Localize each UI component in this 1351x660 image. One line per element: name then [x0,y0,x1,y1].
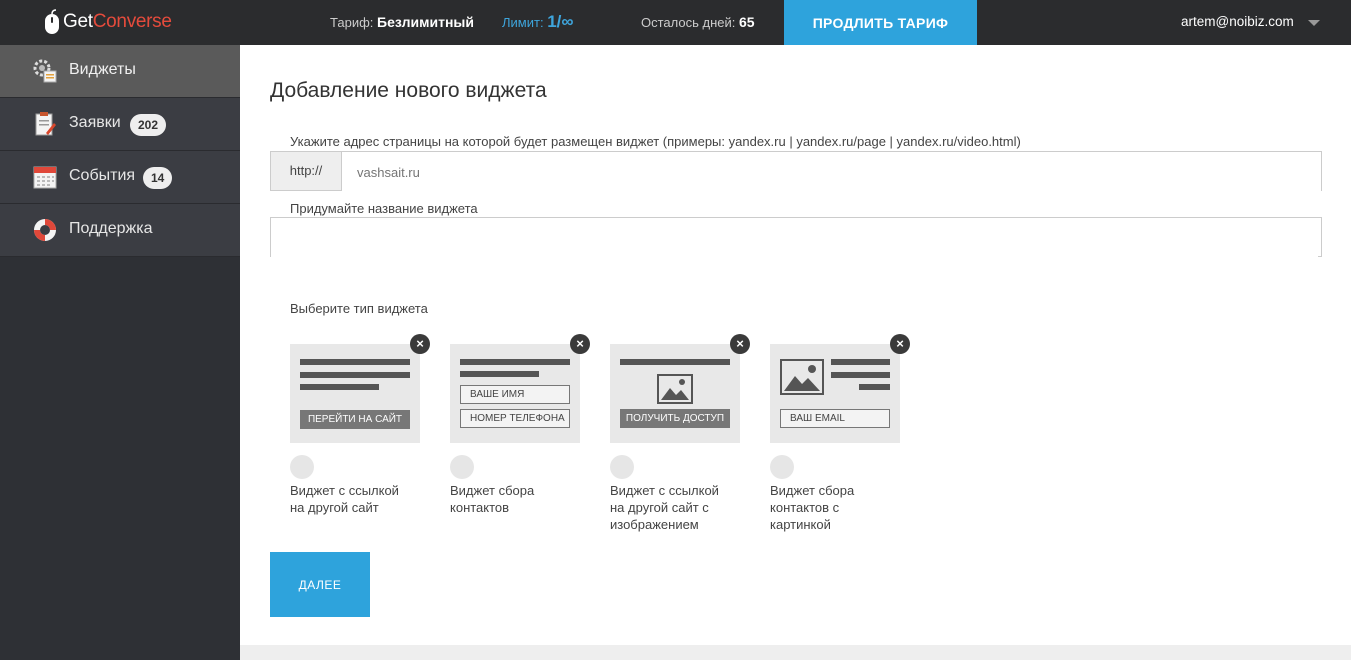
plan-info: Тариф: Безлимитный [330,14,474,30]
sidebar-item-label: События [69,167,136,184]
widget-type-card-contacts-image[interactable]: ВАШ EMAIL [770,344,900,443]
text-line-placeholder [831,359,890,365]
close-icon[interactable]: × [410,334,430,354]
text-line-placeholder [831,372,890,378]
widgets-gear-icon [33,59,57,83]
sidebar-item-events[interactable]: События 14 [0,151,240,204]
name-input-wrap [270,217,1322,258]
days-label: Осталось дней: [641,15,736,30]
user-email[interactable]: artem@noibiz.com [1181,14,1294,29]
label-line: Виджет с ссылкой [290,483,399,498]
main-content: Добавление нового виджета Укажите адрес … [240,45,1351,645]
name-field-label: Придумайте название виджета [290,201,478,216]
limit-info: Лимит: 1/∞ [502,12,573,32]
url-field-label: Укажите адрес страницы на которой будет … [290,134,1021,149]
requests-clipboard-icon [35,112,56,136]
widget-type-label-link: Виджет с ссылкой на другой сайт [290,482,430,516]
mouse-logo-icon [45,9,59,34]
logo-converse-text: Converse [92,11,172,32]
widget-type-label: Выберите тип виджета [290,301,428,316]
label-line: Виджет с ссылкой [610,483,719,498]
text-line-placeholder [300,384,379,390]
widget-type-radio-link-image[interactable] [610,455,634,479]
text-line-placeholder [300,359,410,365]
support-lifebuoy-icon [34,219,56,241]
preview-email-field: ВАШ EMAIL [780,409,890,428]
label-line: на другой сайт [290,500,379,515]
sidebar-item-support[interactable]: Поддержка [0,204,240,257]
label-line: изображением [610,517,699,532]
next-button[interactable]: ДАЛЕЕ [270,552,370,617]
logo-get-text: Get [63,11,93,32]
text-line-placeholder [859,384,890,390]
limit-value: 1/∞ [547,12,574,31]
text-line-placeholder [460,371,539,377]
url-input-group: http:// [270,151,1322,192]
logo[interactable]: GetConverse [44,9,172,35]
footer-strip [240,645,1351,660]
sidebar-item-label: Заявки [69,114,121,131]
events-count-badge: 14 [143,167,173,189]
plan-value: Безлимитный [377,14,474,30]
label-line: Виджет сбора [450,483,535,498]
label-line: картинкой [770,517,831,532]
widget-type-label-contacts-image: Виджет сбора контактов с картинкой [770,482,910,533]
close-icon[interactable]: × [890,334,910,354]
widget-type-label-contacts: Виджет сбора контактов [450,482,590,516]
url-input[interactable] [342,152,1321,192]
sidebar-item-widgets[interactable]: Виджеты [0,45,240,98]
preview-button: ПЕРЕЙТИ НА САЙТ [300,410,410,429]
sidebar: Виджеты Заявки 202 События 14 Поддержка [0,45,240,660]
chevron-down-icon[interactable] [1308,20,1320,26]
sidebar-item-label: Поддержка [69,220,153,237]
widget-type-card-contacts[interactable]: ВАШЕ ИМЯ НОМЕР ТЕЛЕФОНА [450,344,580,443]
widget-name-input[interactable] [271,218,1318,258]
page-title: Добавление нового виджета [270,79,547,102]
top-bar: GetConverse Тариф: Безлимитный Лимит: 1/… [0,0,1351,45]
days-value: 65 [739,14,755,30]
text-line-placeholder [460,359,570,365]
preview-name-field: ВАШЕ ИМЯ [460,385,570,404]
close-icon[interactable]: × [730,334,750,354]
sidebar-item-requests[interactable]: Заявки 202 [0,98,240,151]
days-info: Осталось дней: 65 [641,14,755,30]
label-line: контактов с [770,500,840,515]
plan-label: Тариф: [330,15,374,30]
text-line-placeholder [620,359,730,365]
widget-type-label-link-image: Виджет с ссылкой на другой сайт с изобра… [610,482,750,533]
label-line: контактов [450,500,510,515]
sidebar-item-label: Виджеты [69,61,136,78]
events-calendar-icon [33,166,57,189]
requests-count-badge: 202 [130,114,167,136]
widget-type-radio-contacts[interactable] [450,455,474,479]
close-icon[interactable]: × [570,334,590,354]
text-line-placeholder [300,372,410,378]
image-icon [657,374,693,404]
extend-plan-button[interactable]: ПРОДЛИТЬ ТАРИФ [784,0,977,45]
widget-type-card-link-image[interactable]: ПОЛУЧИТЬ ДОСТУП [610,344,740,443]
label-line: Виджет сбора [770,483,855,498]
preview-button: ПОЛУЧИТЬ ДОСТУП [620,409,730,428]
widget-type-radio-contacts-image[interactable] [770,455,794,479]
label-line: на другой сайт с [610,500,709,515]
preview-phone-field: НОМЕР ТЕЛЕФОНА [460,409,570,428]
widget-type-card-link[interactable]: ПЕРЕЙТИ НА САЙТ [290,344,420,443]
limit-label: Лимит: [502,15,544,30]
widget-type-radio-link[interactable] [290,455,314,479]
image-icon [780,359,824,395]
url-prefix: http:// [271,152,342,190]
